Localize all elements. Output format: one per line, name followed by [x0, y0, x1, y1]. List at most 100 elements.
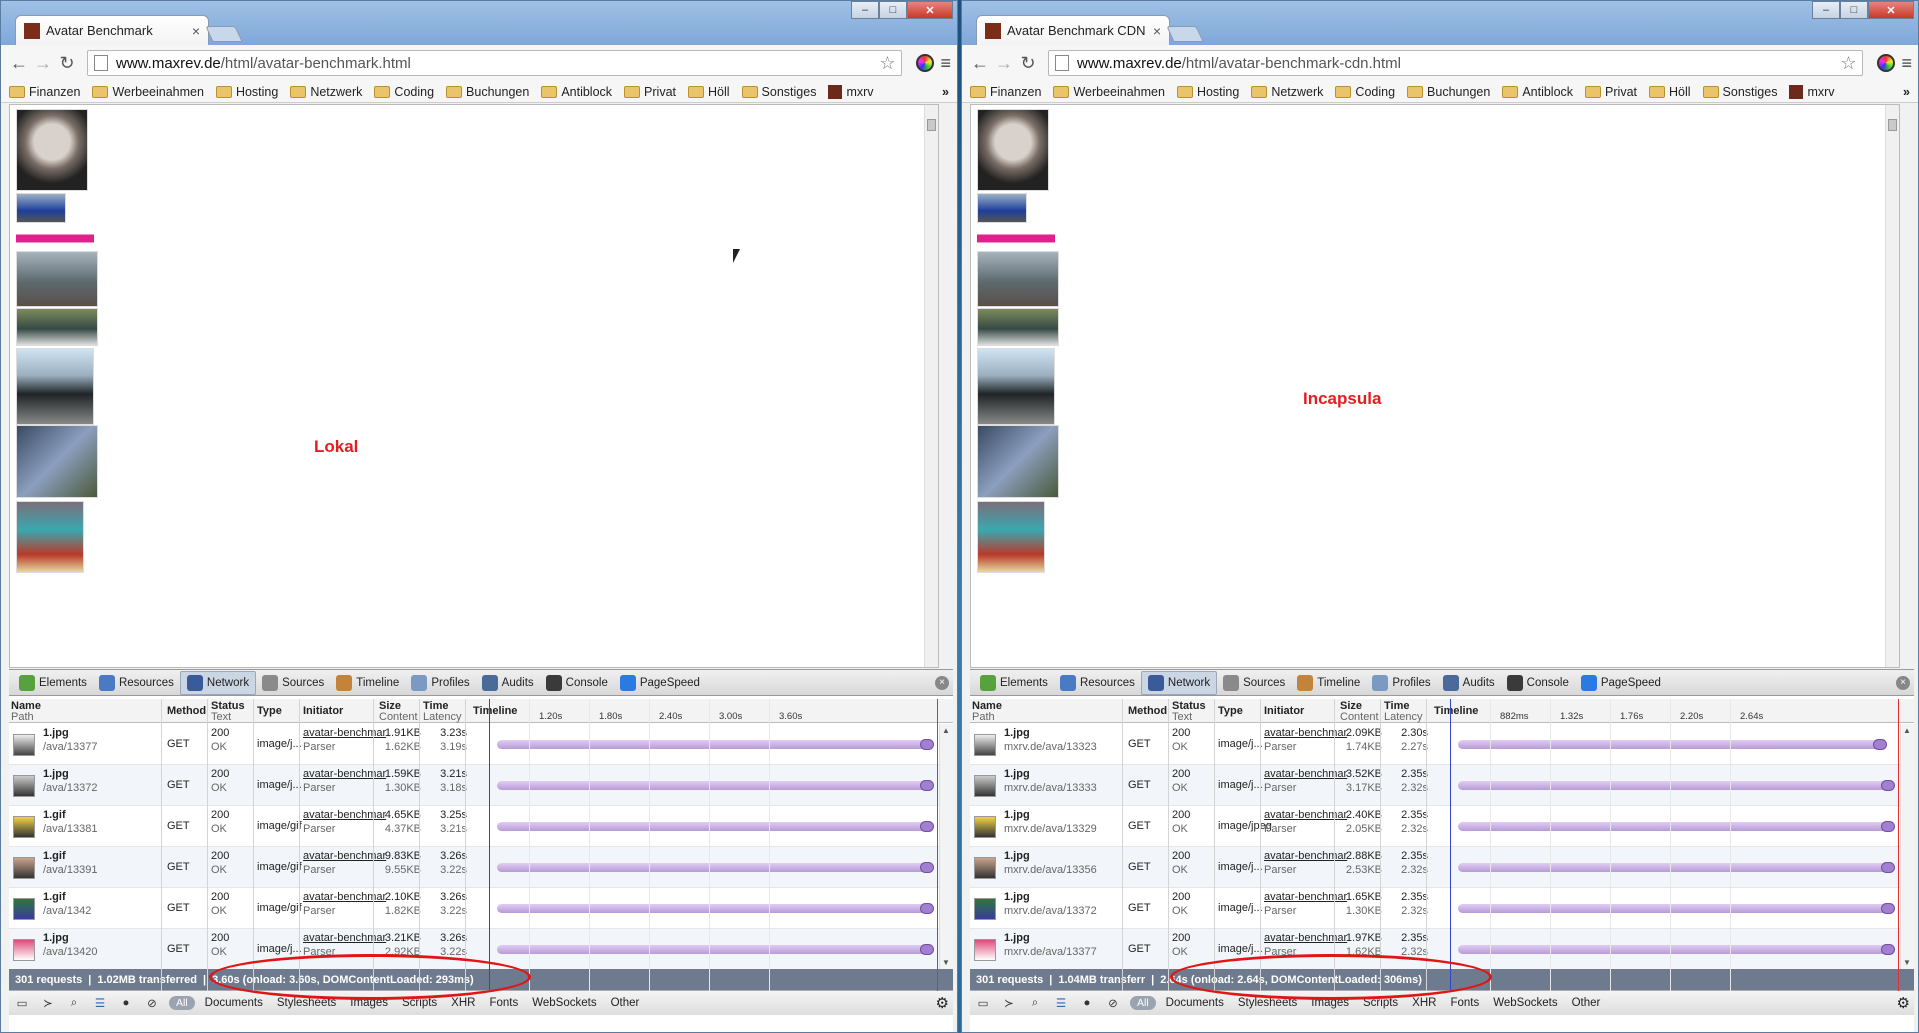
- bookmark-antiblock[interactable]: Antiblock: [1502, 85, 1573, 99]
- list-view-icon[interactable]: ☰: [1052, 995, 1070, 1011]
- close-tab-icon[interactable]: ×: [1153, 23, 1161, 39]
- filter-images[interactable]: Images: [350, 997, 388, 1009]
- filter-all[interactable]: All: [169, 996, 195, 1010]
- table-row[interactable]: 1.jpg mxrv.de/ava/13372 GET 200 OK image/j...…: [970, 888, 1900, 929]
- filter-stylesheets[interactable]: Stylesheets: [1238, 997, 1297, 1009]
- menu-icon[interactable]: ≡: [940, 53, 951, 74]
- devtools-tab-console[interactable]: Console: [1501, 671, 1575, 695]
- bookmark-antiblock[interactable]: Antiblock: [541, 85, 612, 99]
- settings-gear-icon[interactable]: ⚙: [936, 994, 949, 1012]
- bookmark-mxrv[interactable]: mxrv: [1789, 84, 1835, 99]
- devtools-tab-timeline[interactable]: Timeline: [330, 671, 405, 695]
- devtools-tab-network[interactable]: Network: [1140, 670, 1218, 695]
- bookmark-buchungen[interactable]: Buchungen: [446, 85, 529, 99]
- bookmark-buchungen[interactable]: Buchungen: [1407, 85, 1490, 99]
- col-time[interactable]: Time Latency: [423, 701, 462, 723]
- filter-xhr[interactable]: XHR: [1412, 997, 1436, 1009]
- filter-other[interactable]: Other: [1572, 997, 1601, 1009]
- table-row[interactable]: 1.jpg/ava/13420 GET 200 OK image/j... avatar-…: [9, 929, 939, 969]
- devtools-tab-elements[interactable]: Elements: [974, 671, 1054, 695]
- table-row[interactable]: 1.gif/ava/1342 GET 200 OK image/gif avatar-be…: [9, 888, 939, 929]
- bookmark-sonstiges[interactable]: Sonstiges: [1702, 85, 1777, 99]
- devtools-tab-pagespeed[interactable]: PageSpeed: [614, 671, 706, 695]
- table-row[interactable]: 1.gif/ava/13381 GET 200 OK image/gif avatar-b…: [9, 806, 939, 847]
- bookmark-werbeeinahmen[interactable]: Werbeeinahmen: [92, 85, 204, 99]
- reload-icon[interactable]: ↻: [55, 51, 79, 75]
- col-size[interactable]: Size Content: [1340, 701, 1379, 723]
- table-row[interactable]: 1.jpg mxrv.de/ava/13333 GET 200 OK image/j...…: [970, 765, 1900, 806]
- maximize-button[interactable]: □: [1840, 1, 1868, 19]
- menu-icon[interactable]: ≡: [1901, 53, 1912, 74]
- bookmark-finanzen[interactable]: Finanzen: [970, 85, 1041, 99]
- table-row[interactable]: 1.jpg mxrv.de/ava/13329 GET 200 OK image/jpeg…: [970, 806, 1900, 847]
- bookmark-netzwerk[interactable]: Netzwerk: [290, 85, 362, 99]
- bookmark-star-icon[interactable]: ☆: [879, 53, 895, 74]
- forward-icon[interactable]: →: [992, 51, 1016, 75]
- browser-tab[interactable]: Avatar Benchmark CDN ×: [976, 15, 1170, 45]
- close-window-button[interactable]: ✕: [907, 1, 953, 19]
- col-status[interactable]: Status Text: [1172, 701, 1206, 723]
- table-row[interactable]: 1.jpg mxrv.de/ava/13356 GET 200 OK image/j...…: [970, 847, 1900, 888]
- devtools-tab-timeline[interactable]: Timeline: [1291, 671, 1366, 695]
- list-view-icon[interactable]: ☰: [91, 995, 109, 1011]
- devtools-tab-sources[interactable]: Sources: [1217, 671, 1291, 695]
- dock-icon[interactable]: ▭: [974, 995, 992, 1011]
- devtools-tab-network[interactable]: Network: [179, 670, 257, 695]
- devtools-tab-resources[interactable]: Resources: [1054, 671, 1141, 695]
- bookmark-sonstiges[interactable]: Sonstiges: [741, 85, 816, 99]
- bookmark-mxrv[interactable]: mxrv: [828, 84, 874, 99]
- table-row[interactable]: 1.jpg mxrv.de/ava/13377 GET 200 OK image/j...…: [970, 929, 1900, 969]
- new-tab-button[interactable]: [205, 26, 243, 42]
- bookmarks-overflow-icon[interactable]: »: [1903, 85, 1910, 99]
- dock-icon[interactable]: ▭: [13, 995, 31, 1011]
- filter-websockets[interactable]: WebSockets: [532, 997, 596, 1009]
- col-timeline[interactable]: Timeline: [1434, 706, 1478, 717]
- close-tab-icon[interactable]: ×: [192, 23, 200, 39]
- address-bar[interactable]: www.maxrev.de/html/avatar-benchmark-cdn.…: [1048, 50, 1864, 76]
- filter-scripts[interactable]: Scripts: [402, 997, 437, 1009]
- browser-tab[interactable]: Avatar Benchmark ×: [15, 15, 209, 45]
- filter-other[interactable]: Other: [611, 997, 640, 1009]
- extension-icon[interactable]: [1877, 54, 1896, 72]
- filter-websockets[interactable]: WebSockets: [1493, 997, 1557, 1009]
- bookmark-hll[interactable]: Höll: [1649, 85, 1691, 99]
- table-row[interactable]: 1.jpg/ava/13377 GET 200 OK image/j... avatar-…: [9, 724, 939, 765]
- col-type[interactable]: Type: [1218, 706, 1243, 717]
- table-row[interactable]: 1.jpg/ava/13372 GET 200 OK image/j... avatar-…: [9, 765, 939, 806]
- page-scrollbar[interactable]: [1885, 105, 1899, 667]
- bookmark-coding[interactable]: Coding: [374, 85, 434, 99]
- back-icon[interactable]: ←: [7, 51, 31, 75]
- settings-gear-icon[interactable]: ⚙: [1897, 994, 1910, 1012]
- filter-fonts[interactable]: Fonts: [489, 997, 518, 1009]
- devtools-tab-resources[interactable]: Resources: [93, 671, 180, 695]
- filter-documents[interactable]: Documents: [1166, 997, 1224, 1009]
- record-icon[interactable]: ●: [1078, 995, 1096, 1011]
- filter-stylesheets[interactable]: Stylesheets: [277, 997, 336, 1009]
- console-drawer-icon[interactable]: ≻: [39, 995, 57, 1011]
- bookmark-hll[interactable]: Höll: [688, 85, 730, 99]
- maximize-button[interactable]: □: [879, 1, 907, 19]
- bookmark-werbeeinahmen[interactable]: Werbeeinahmen: [1053, 85, 1165, 99]
- table-row[interactable]: 1.jpg mxrv.de/ava/13323 GET 200 OK image/j...…: [970, 724, 1900, 765]
- clear-icon[interactable]: ⊘: [1104, 995, 1122, 1011]
- bookmark-netzwerk[interactable]: Netzwerk: [1251, 85, 1323, 99]
- record-icon[interactable]: ●: [117, 995, 135, 1011]
- col-method[interactable]: Method: [167, 706, 206, 717]
- address-bar[interactable]: www.maxrev.de/html/avatar-benchmark.html…: [87, 50, 903, 76]
- filter-documents[interactable]: Documents: [205, 997, 263, 1009]
- bookmark-finanzen[interactable]: Finanzen: [9, 85, 80, 99]
- devtools-tab-elements[interactable]: Elements: [13, 671, 93, 695]
- close-window-button[interactable]: ✕: [1868, 1, 1914, 19]
- page-scrollbar[interactable]: [924, 105, 938, 667]
- forward-icon[interactable]: →: [31, 51, 55, 75]
- filter-images[interactable]: Images: [1311, 997, 1349, 1009]
- close-devtools-icon[interactable]: ×: [935, 675, 949, 690]
- col-timeline[interactable]: Timeline: [473, 706, 517, 717]
- back-icon[interactable]: ←: [968, 51, 992, 75]
- bookmarks-overflow-icon[interactable]: »: [942, 85, 949, 99]
- col-type[interactable]: Type: [257, 706, 282, 717]
- bookmark-privat[interactable]: Privat: [1585, 85, 1637, 99]
- devtools-tab-console[interactable]: Console: [540, 671, 614, 695]
- reload-icon[interactable]: ↻: [1016, 51, 1040, 75]
- devtools-tab-audits[interactable]: Audits: [1437, 671, 1501, 695]
